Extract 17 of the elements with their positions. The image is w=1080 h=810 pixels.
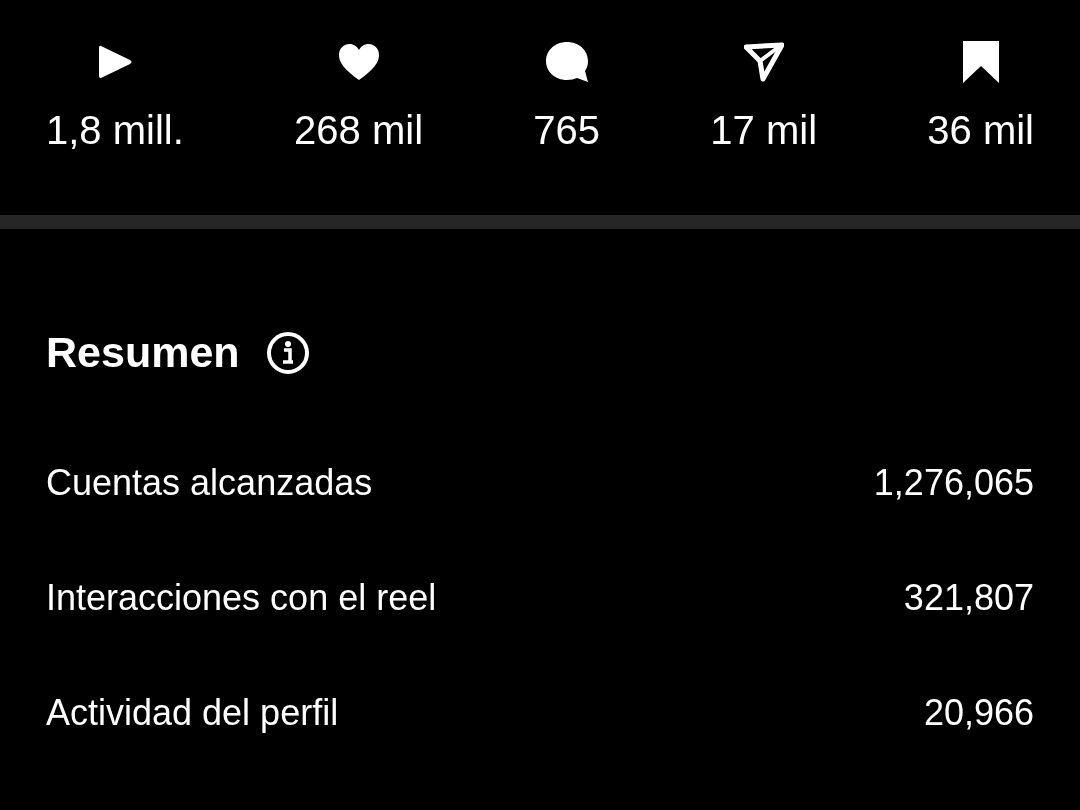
heart-icon (336, 42, 381, 82)
bookmark-icon (960, 39, 1001, 85)
stat-count: 1,8 mill. (46, 108, 184, 152)
metric-label: Interacciones con el reel (46, 576, 437, 619)
metric-label: Cuentas alcanzadas (46, 461, 373, 504)
stat-count: 17 mil (710, 108, 817, 152)
metric-value: 20,966 (923, 691, 1034, 734)
paper-plane-icon (743, 42, 784, 82)
metric-label: Actividad del perfil (46, 691, 339, 734)
section-title: Resumen (46, 328, 240, 377)
stat-count: 36 mil (927, 108, 1034, 152)
info-icon[interactable] (265, 330, 310, 375)
stat-count: 765 (533, 108, 601, 152)
stat-count: 268 mil (294, 108, 424, 152)
metric-value: 1,276,065 (873, 461, 1034, 504)
metric-value: 321,807 (903, 576, 1034, 619)
speech-bubble-icon (543, 40, 590, 84)
